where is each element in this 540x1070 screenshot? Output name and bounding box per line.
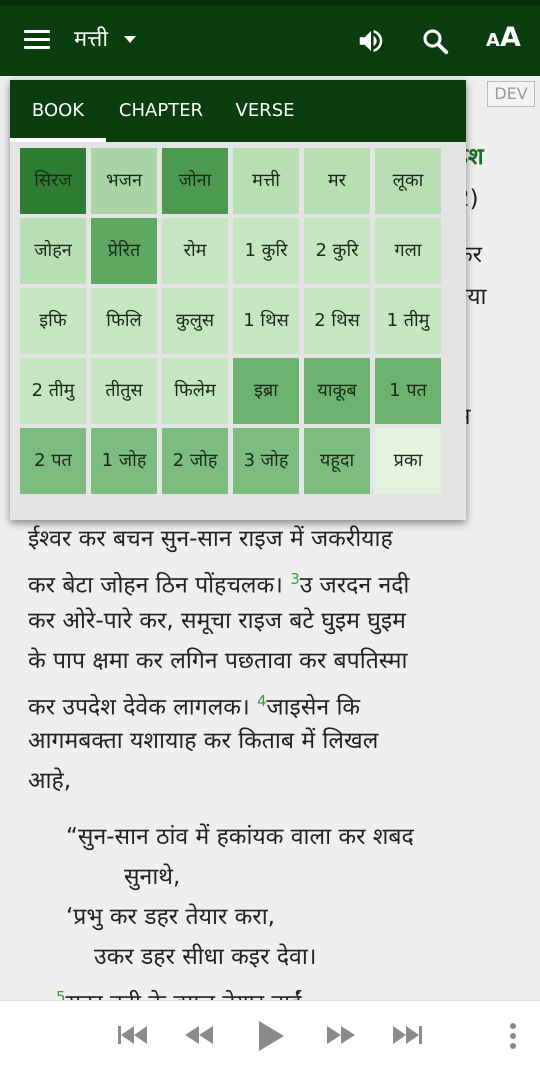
rewind-icon[interactable] (182, 1023, 216, 1047)
book-cell[interactable]: मत्ती (233, 148, 299, 214)
scripture-text: जाइसेन कि (266, 694, 361, 721)
book-cell[interactable]: फिलि (91, 288, 157, 354)
scripture-line-partial: 5सदर नदी के बगल तेयार नाईं (56, 982, 301, 1000)
scripture-text: उ जरदन नदी (299, 572, 410, 599)
book-cell[interactable]: 1 तीमु (375, 288, 441, 354)
book-cell[interactable]: फिलेम (162, 358, 228, 424)
version-badge[interactable]: DEV (487, 81, 535, 107)
poetry-line: ‘प्रभु कर डहर तेयार करा, (66, 904, 275, 930)
tab-book[interactable]: BOOK (10, 80, 106, 142)
book-cell[interactable]: लूका (375, 148, 441, 214)
scripture-text: कर बेटा जोहन ठिन पोंहचलक। (28, 572, 291, 599)
fast-forward-icon[interactable] (324, 1023, 358, 1047)
scripture-text: कर उपदेश देवेक लागलक। (28, 694, 257, 721)
scripture-line: आहे, (28, 768, 72, 794)
book-cell[interactable]: 2 कुरि (304, 218, 370, 284)
book-cell[interactable]: भजन (91, 148, 157, 214)
book-cell[interactable]: गला (375, 218, 441, 284)
skip-previous-icon[interactable] (116, 1023, 150, 1047)
book-cell[interactable]: कुलुस (162, 288, 228, 354)
play-icon[interactable] (256, 1019, 286, 1053)
book-cell[interactable]: रोम (162, 218, 228, 284)
book-cell[interactable]: जोना (162, 148, 228, 214)
book-cell[interactable]: 1 जोह (91, 428, 157, 494)
book-cell[interactable]: मर (304, 148, 370, 214)
book-cell[interactable]: प्रका (375, 428, 441, 494)
selector-tabs: BOOK CHAPTER VERSE (10, 80, 466, 142)
tab-indicator (10, 138, 106, 142)
skip-next-icon[interactable] (390, 1023, 424, 1047)
book-selector-popup: BOOK CHAPTER VERSE सिरज भजन जोना मत्ती मर लूक… (10, 80, 466, 520)
book-cell[interactable]: 2 थिस (304, 288, 370, 354)
scripture-line: कर उपदेश देवेक लागलक। 4जाइसेन कि (28, 686, 360, 723)
book-cell[interactable]: 2 तीमु (20, 358, 86, 424)
verse-number: 3 (290, 570, 300, 588)
more-vert-icon[interactable] (506, 1021, 520, 1051)
verse-number: 5 (56, 988, 66, 1000)
verse-number: 4 (256, 692, 267, 710)
tab-chapter[interactable]: CHAPTER (106, 80, 216, 142)
scripture-line: आगमबक्ता यशायाह कर किताब में लिखल (28, 728, 379, 754)
scripture-line: ईश्वर कर बचन सुन-सान राइज में जकरीयाह (28, 526, 393, 552)
poetry-line: “सुन-सान ठांव में हकांयक वाला कर शबद (66, 824, 414, 850)
book-cell[interactable]: 1 पत (375, 358, 441, 424)
book-cell[interactable]: याकूब (304, 358, 370, 424)
book-cell[interactable]: सिरज (20, 148, 86, 214)
tab-verse[interactable]: VERSE (216, 80, 314, 142)
poetry-line: उकर डहर सीधा कइर देवा। (94, 944, 317, 970)
book-cell[interactable]: 1 थिस (233, 288, 299, 354)
book-cell[interactable]: प्रेरित (91, 218, 157, 284)
book-cell[interactable]: 3 जोह (233, 428, 299, 494)
scripture-line: कर बेटा जोहन ठिन पोंहचलक। 3उ जरदन नदी (28, 564, 409, 601)
scripture-line: के पाप क्षमा कर लगिन पछतावा कर बपतिस्मा (28, 648, 408, 674)
book-cell[interactable]: 1 कुरि (233, 218, 299, 284)
book-cell[interactable]: 2 पत (20, 428, 86, 494)
book-cell[interactable]: इफि (20, 288, 86, 354)
book-cell[interactable]: 2 जोह (162, 428, 228, 494)
scripture-text: सदर नदी के बगल तेयार नाईं (66, 991, 302, 1000)
book-cell[interactable]: जोहन (20, 218, 86, 284)
book-cell[interactable]: तीतुस (91, 358, 157, 424)
book-cell[interactable]: इब्रा (233, 358, 299, 424)
poetry-line: सुनाथे, (124, 864, 181, 890)
book-cell[interactable]: यहूदा (304, 428, 370, 494)
scripture-line: कर ओरे-पारे कर, समूचा राइज बटे घुइम घुइम (28, 608, 406, 634)
audio-player-bar (0, 1000, 540, 1070)
